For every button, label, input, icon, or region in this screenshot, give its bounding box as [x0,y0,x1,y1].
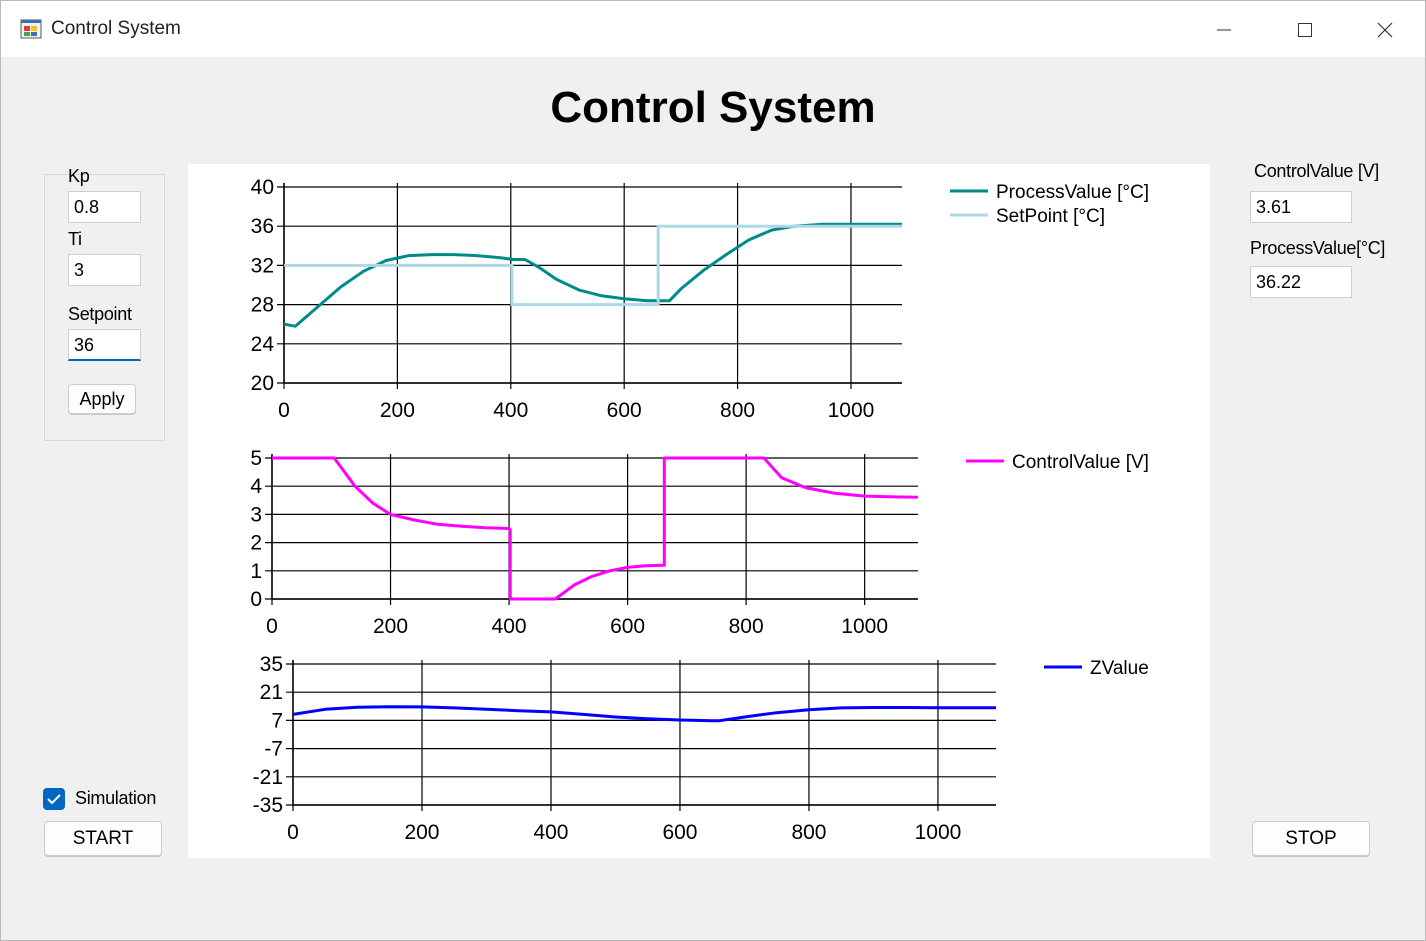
setpoint-label: Setpoint [68,304,132,324]
chart1-x-tick-label: 1000 [828,399,875,422]
chart3-legend-label: ZValue [1090,658,1149,679]
chart3-y-tick-label: -21 [253,766,283,789]
chart3-x-tick-label: 0 [287,821,299,844]
chart1-x-tick-label: 0 [278,399,290,422]
chart3-y-tick-label: 35 [260,653,283,676]
chart2-legend-label: ControlValue [V] [1012,452,1149,473]
chart3-y-tick-label: 21 [260,681,283,704]
chart1-y-tick-label: 36 [251,215,274,238]
simulation-checkbox[interactable] [43,788,65,810]
chart2-x-tick-label: 400 [492,615,527,638]
minimize-button[interactable] [1184,1,1264,57]
process-value-label: ProcessValue[°C] [1250,238,1386,258]
chart2-series-line [272,456,919,601]
maximize-button[interactable] [1265,1,1345,57]
title-bar[interactable]: Control System [1,1,1425,57]
chart2-y-tick-label: 1 [250,560,262,583]
close-icon [1377,22,1393,38]
main-window: Control System Control System Kp 0.8 Ti … [0,0,1426,941]
chart2-x-tick-label: 0 [266,615,278,638]
simulation-label: Simulation [75,788,157,808]
chart1-legend-label: ProcessValue [°C] [996,182,1149,203]
chart3-series-line [292,705,996,723]
chart1-y-tick-label: 32 [251,254,274,277]
chart2-x-tick-label: 1000 [841,615,888,638]
chart2-y-tick-label: 3 [250,503,262,526]
chart3-y-tick-label: 7 [271,709,283,732]
chart3-x-tick-label: 600 [662,821,697,844]
kp-label: Kp [68,166,90,186]
charts-svg: 2024283236400 200 400 600 800 1000ProcessValu… [250,176,1149,844]
chart1-y-tick-label: 40 [251,176,274,199]
chart1-x-tick-label: 400 [493,399,528,422]
minimize-icon [1217,29,1231,31]
chart2-y-tick-label: 0 [250,588,262,611]
chart3-x-tick-label: 400 [533,821,568,844]
ti-label: Ti [68,229,82,249]
chart3-y-tick-label: -7 [264,738,283,761]
chart2-y-tick-label: 5 [250,447,262,470]
start-button[interactable]: START [44,821,162,856]
chart1-x-tick-label: 800 [720,399,755,422]
chart1-x-tick-label: 600 [607,399,642,422]
app-icon [20,19,42,39]
setpoint-field[interactable]: 36 [68,329,141,361]
page-title: Control System [550,83,876,132]
chart3-x-tick-label: 200 [404,821,439,844]
kp-field[interactable]: 0.8 [68,191,141,223]
checkmark-icon [47,794,61,805]
control-value-label: ControlValue [V] [1254,161,1379,181]
control-value-field[interactable]: 3.61 [1250,191,1352,223]
window-title: Control System [51,18,181,39]
chart2-x-tick-label: 800 [729,615,764,638]
chart1-legend-label: SetPoint [°C] [996,206,1105,227]
chart2-x-tick-label: 600 [610,615,645,638]
chart3-y-tick-label: -35 [253,794,283,817]
chart2-y-tick-label: 2 [250,532,262,555]
process-value-field[interactable]: 36.22 [1250,266,1352,298]
stop-button[interactable]: STOP [1252,821,1370,856]
chart-panel: 20 24 28 32 36 40 0 200 400 600 800 1000 ProcessValu… [188,164,1210,858]
chart1-series-line [283,222,902,328]
chart1-y-tick-label: 28 [251,294,274,317]
close-button[interactable] [1345,1,1425,57]
apply-button[interactable]: Apply [68,384,136,414]
chart1-y-tick-label: 24 [251,333,275,356]
chart2-x-tick-label: 200 [373,615,408,638]
chart3-x-tick-label: 800 [791,821,826,844]
maximize-icon [1298,23,1312,37]
ti-field[interactable]: 3 [68,254,141,286]
chart3-x-tick-label: 1000 [915,821,962,844]
chart2-y-tick-label: 4 [250,475,262,498]
chart1-y-tick-label: 20 [251,372,274,395]
chart1-x-tick-label: 200 [380,399,415,422]
